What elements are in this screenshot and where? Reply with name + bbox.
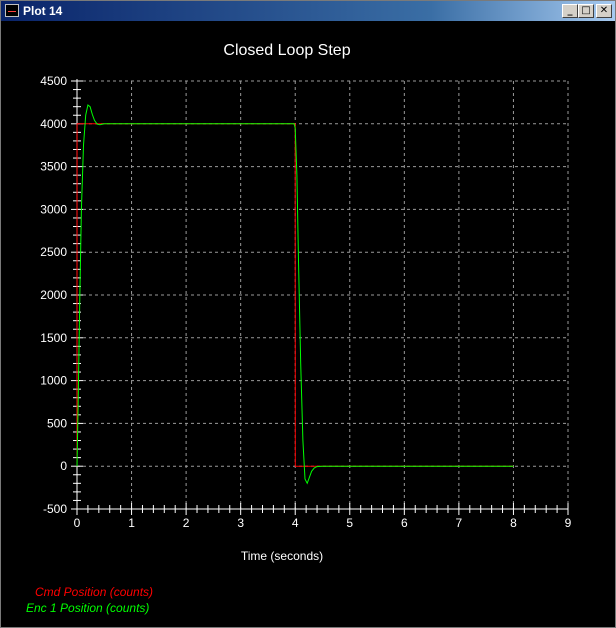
minimize-button[interactable]: _ <box>562 4 578 18</box>
y-tick-label: 500 <box>47 416 67 430</box>
axes: 0 1 2 3 4 5 6 7 8 9 -500 0 500 1000 1500 2000 2500 3000 35… <box>40 74 571 530</box>
x-tick-label: 5 <box>346 516 353 530</box>
window-title: Plot 14 <box>23 4 63 18</box>
y-tick-label: 2000 <box>40 288 67 302</box>
y-tick-label: 4000 <box>40 117 67 131</box>
y-tick-label: 4500 <box>40 74 67 88</box>
y-tick-label: 3500 <box>40 160 67 174</box>
legend-entry-enc1-position: Enc 1 Position (counts) <box>26 601 149 615</box>
close-button[interactable]: ✕ <box>596 4 612 18</box>
plot-window: Plot 14 _ □ ✕ Closed Loop Step 0 1 2 3 4 5 6 7 8… <box>0 0 616 628</box>
title-bar[interactable]: Plot 14 _ □ ✕ <box>1 1 615 21</box>
x-tick-label: 8 <box>510 516 517 530</box>
y-tick-label: 0 <box>60 459 67 473</box>
maximize-button[interactable]: □ <box>578 4 594 18</box>
close-icon: ✕ <box>599 5 609 16</box>
x-tick-label: 2 <box>183 516 190 530</box>
x-tick-label: 1 <box>128 516 135 530</box>
x-tick-label: 6 <box>401 516 408 530</box>
y-tick-label: 1000 <box>40 374 67 388</box>
plot-window-icon[interactable] <box>5 4 19 17</box>
series-lines <box>76 104 514 485</box>
series-line-cmd-position <box>76 123 514 467</box>
y-tick-label: 2500 <box>40 245 67 259</box>
y-tick-label: 1500 <box>40 331 67 345</box>
x-tick-label: 9 <box>565 516 572 530</box>
x-tick-label: 0 <box>74 516 81 530</box>
chart-area: Closed Loop Step 0 1 2 3 4 5 6 7 8 9 -500 0 500 1000 1… <box>26 42 572 615</box>
legend-entry-cmd-position: Cmd Position (counts) <box>35 585 153 599</box>
x-axis-label: Time (seconds) <box>241 549 323 563</box>
minimize-icon: _ <box>567 5 573 16</box>
y-tick-label: 3000 <box>40 202 67 216</box>
grid-lines <box>77 80 569 509</box>
x-tick-label: 4 <box>292 516 299 530</box>
legend: Cmd Position (counts) Enc 1 Position (cou… <box>26 585 153 615</box>
x-tick-label: 7 <box>456 516 463 530</box>
y-tick-label: -500 <box>43 502 67 516</box>
x-tick-label: 3 <box>237 516 244 530</box>
maximize-icon: □ <box>581 5 591 16</box>
chart-title: Closed Loop Step <box>223 42 350 59</box>
